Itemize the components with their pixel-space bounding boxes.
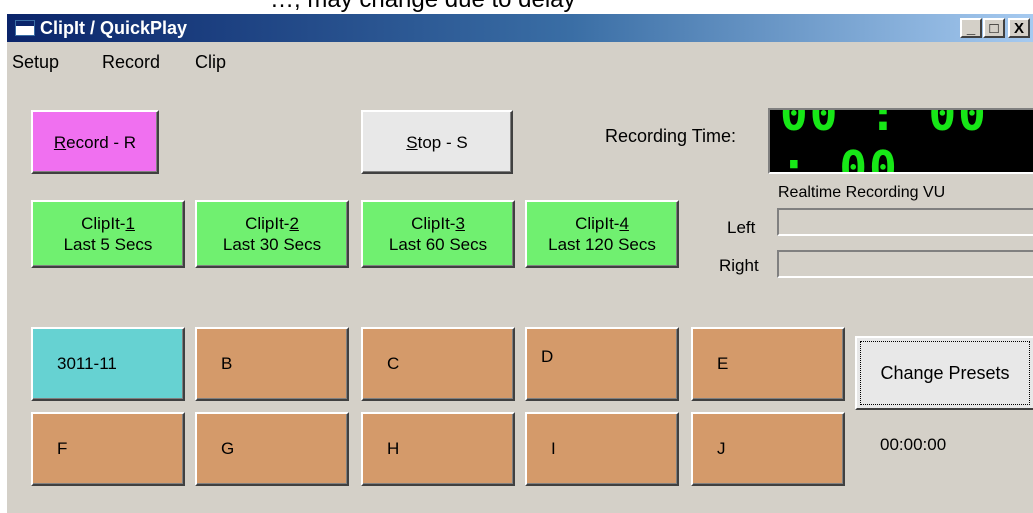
record-label: ecord - R (66, 132, 137, 152)
clipit-3-subtitle: Last 60 Secs (388, 235, 488, 254)
preset-button-g[interactable]: G (195, 412, 349, 486)
background-text: …, may change due to delay (270, 0, 576, 14)
preset-button-e[interactable]: E (691, 327, 845, 401)
menu-setup[interactable]: Setup (12, 52, 59, 73)
change-presets-button[interactable]: Change Presets (855, 336, 1033, 410)
clipit-1-subtitle: Last 5 Secs (63, 235, 153, 254)
recording-time-label: Recording Time: (605, 126, 737, 146)
vu-title: Realtime Recording VU (778, 184, 946, 201)
preset-button-f[interactable]: F (31, 412, 185, 486)
clipit-1-button[interactable]: ClipIt-1 Last 5 Secs (31, 200, 185, 268)
clipit-2-subtitle: Last 30 Secs (222, 235, 322, 254)
background-text-strip: …, may change due to delay (0, 0, 1033, 14)
clipit-2-prefix: ClipIt- (245, 214, 290, 233)
recording-time-display: 00 : 00 : 00 (768, 108, 1033, 174)
clipit-4-prefix: ClipIt- (575, 214, 620, 233)
clipit-2-number: 2 (289, 214, 299, 233)
clipit-2-button[interactable]: ClipIt-2 Last 30 Secs (195, 200, 349, 268)
clipit-3-number: 3 (455, 214, 465, 233)
minimize-button[interactable]: _ (960, 18, 982, 38)
app-window-icon (15, 20, 35, 36)
clipit-1-number: 1 (125, 214, 135, 233)
vu-right-label: Right (719, 256, 759, 275)
preset-button-b[interactable]: B (195, 327, 349, 401)
preset-button-j[interactable]: J (691, 412, 845, 486)
preset-button-1[interactable]: 3011-11 (31, 327, 185, 401)
record-button[interactable]: Record - R (31, 110, 159, 174)
vu-right-meter (777, 250, 1033, 278)
menu-record[interactable]: Record (102, 52, 160, 73)
preset-button-i[interactable]: I (525, 412, 679, 486)
menu-clip[interactable]: Clip (195, 52, 226, 73)
stop-mnemonic: S (406, 132, 418, 152)
record-mnemonic: R (53, 132, 67, 152)
preset-time-display: 00:00:00 (880, 435, 947, 454)
stop-label: top - S (417, 132, 468, 152)
app-window: ClipIt / QuickPlay _ □ X Setup Record Cl… (5, 14, 1033, 513)
stop-button[interactable]: Stop - S (361, 110, 513, 174)
preset-button-c[interactable]: C (361, 327, 515, 401)
preset-button-h[interactable]: H (361, 412, 515, 486)
clipit-3-button[interactable]: ClipIt-3 Last 60 Secs (361, 200, 515, 268)
window-title: ClipIt / QuickPlay (40, 18, 188, 38)
close-button[interactable]: X (1008, 18, 1030, 38)
title-bar[interactable]: ClipIt / QuickPlay _ □ X (7, 14, 1033, 42)
maximize-button[interactable]: □ (983, 18, 1005, 38)
clipit-4-button[interactable]: ClipIt-4 Last 120 Secs (525, 200, 679, 268)
clipit-4-subtitle: Last 120 Secs (548, 235, 656, 254)
vu-left-meter (777, 208, 1033, 236)
clipit-4-number: 4 (619, 214, 629, 233)
clipit-1-prefix: ClipIt- (81, 214, 126, 233)
menu-bar: Setup Record Clip (7, 52, 1033, 82)
preset-button-d[interactable]: D (525, 327, 679, 401)
vu-left-label: Left (727, 218, 756, 237)
clipit-3-prefix: ClipIt- (411, 214, 456, 233)
